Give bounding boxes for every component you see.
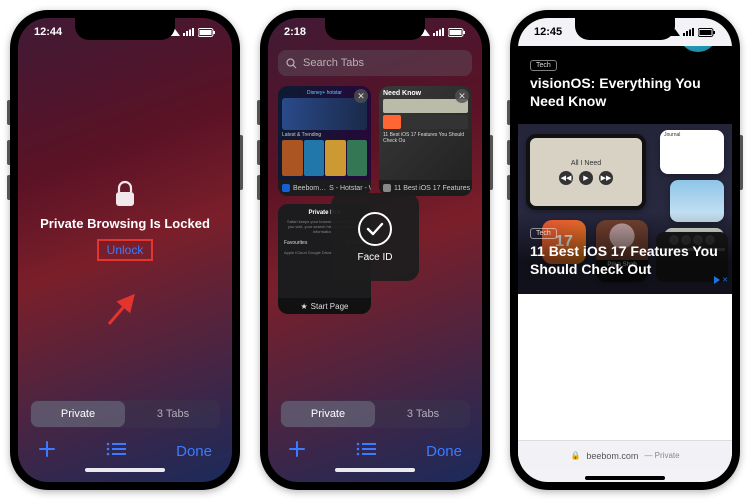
notch xyxy=(575,18,675,40)
status-time: 12:45 xyxy=(534,26,562,38)
segment-private[interactable]: Private xyxy=(31,401,125,427)
adchoices-icon[interactable] xyxy=(714,276,720,284)
article-header-1: Tech visionOS: Everything You Need Know xyxy=(518,46,732,124)
new-tab-button[interactable] xyxy=(38,440,56,462)
search-placeholder: Search Tabs xyxy=(303,57,364,69)
notch xyxy=(325,18,425,40)
home-indicator[interactable] xyxy=(85,468,165,472)
article-scroll[interactable]: Tech visionOS: Everything You Need Know … xyxy=(518,46,732,440)
home-indicator[interactable] xyxy=(585,476,665,480)
segment-private[interactable]: Private xyxy=(281,401,375,427)
bottom-toolbar-area: Private 3 Tabs Done xyxy=(268,394,482,482)
tab-title: ★ Start Page xyxy=(278,298,371,314)
status-icons xyxy=(670,28,716,37)
journal-widget xyxy=(660,130,724,174)
status-time: 2:18 xyxy=(284,26,306,38)
phone-article-view: 12:45 Tech visionOS: Everything You Need… xyxy=(510,10,740,490)
tab-groups-button[interactable] xyxy=(106,442,126,460)
visionos-badge xyxy=(678,46,718,52)
ipad-widget: All I Need ◀◀▶▶▶ xyxy=(526,134,646,210)
address-bar[interactable]: 🔒 beebom.com — Private xyxy=(518,440,732,470)
done-button[interactable]: Done xyxy=(176,443,212,460)
hero-image: All I Need ◀◀▶▶▶ 17 Priya Shah xyxy=(518,124,732,294)
unlock-button[interactable]: Unlock xyxy=(97,239,154,261)
phone-locked-private: 12:44 Private Browsing Is Locked Unlock … xyxy=(10,10,240,490)
status-icons xyxy=(420,28,466,37)
phone-faceid-tabs: 2:18 Search Tabs ✕ Need Know 11 Best iOS… xyxy=(260,10,490,490)
locked-headline: Private Browsing Is Locked xyxy=(40,216,210,231)
media-controls: ◀◀▶▶▶ xyxy=(559,171,613,185)
article-title[interactable]: 11 Best iOS 17 Features You Should Check… xyxy=(530,243,720,278)
lock-icon xyxy=(114,180,136,208)
faceid-overlay: Face ID xyxy=(331,193,419,281)
tab-group-segmented[interactable]: Private 3 Tabs xyxy=(280,400,470,428)
search-input[interactable]: Search Tabs xyxy=(278,50,472,76)
ad-badge[interactable]: ✕ xyxy=(714,276,728,284)
checkmark-icon xyxy=(358,212,392,246)
home-indicator[interactable] xyxy=(335,468,415,472)
bottom-toolbar-area: Private 3 Tabs Done xyxy=(18,394,232,482)
new-tab-button[interactable] xyxy=(288,440,306,462)
ad-close-icon[interactable]: ✕ xyxy=(722,276,728,284)
article-header-2: Tech 11 Best iOS 17 Features You Should … xyxy=(518,212,732,294)
close-icon[interactable]: ✕ xyxy=(354,89,368,103)
close-icon[interactable]: ✕ xyxy=(455,89,469,103)
tab-groups-button[interactable] xyxy=(356,442,376,460)
private-tabs-grid: ✕ Need Know 11 Best iOS 17 Features You … xyxy=(268,80,482,394)
faceid-label: Face ID xyxy=(357,252,392,263)
locked-content: Private Browsing Is Locked Unlock xyxy=(18,46,232,394)
tab-card[interactable]: ✕ Need Know 11 Best iOS 17 Features You … xyxy=(379,86,472,196)
notch xyxy=(75,18,175,40)
lock-icon: 🔒 xyxy=(570,451,580,460)
category-tag[interactable]: Tech xyxy=(530,60,557,71)
done-button[interactable]: Done xyxy=(426,443,462,460)
tab-card[interactable]: ✕ Disney+ hotstar Latest & Trending Beeb… xyxy=(278,86,371,196)
article-title[interactable]: visionOS: Everything You Need Know xyxy=(530,75,720,110)
private-indicator: — Private xyxy=(644,451,679,460)
status-time: 12:44 xyxy=(34,26,62,38)
tab-group-segmented[interactable]: Private 3 Tabs xyxy=(30,400,220,428)
segment-tabs[interactable]: 3 Tabs xyxy=(376,400,470,428)
search-icon xyxy=(286,58,297,69)
status-icons xyxy=(170,28,216,37)
category-tag[interactable]: Tech xyxy=(530,228,557,239)
domain-text: beebom.com xyxy=(586,451,638,461)
segment-tabs[interactable]: 3 Tabs xyxy=(126,400,220,428)
